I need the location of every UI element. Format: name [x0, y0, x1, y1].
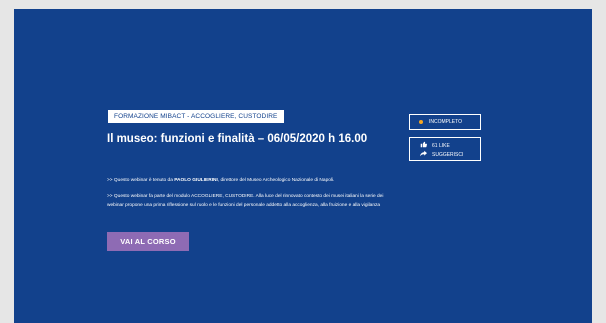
likes-count: 61 LIKE	[432, 142, 450, 149]
description-line-2: >> Questo webinar fa parte del modulo AC…	[107, 194, 384, 199]
course-card: FORMAZIONE MIBACT - ACCOGLIERE, CUSTODIR…	[14, 9, 592, 323]
status-label: INCOMPLETO	[429, 119, 462, 125]
course-category-tag[interactable]: FORMAZIONE MIBACT - ACCOGLIERE, CUSTODIR…	[108, 110, 284, 123]
thumbs-up-icon	[418, 141, 428, 150]
description-prefix: >> Questo webinar è tenuto da	[107, 178, 175, 183]
like-share-box: 61 LIKE SUGGERISCI	[409, 137, 481, 161]
share-button[interactable]: SUGGERISCI	[418, 150, 463, 159]
course-title: Il museo: funzioni e finalità – 06/05/20…	[107, 133, 368, 145]
description-line-1: >> Questo webinar è tenuto da PAOLO GIUL…	[107, 177, 334, 186]
description-suffix: , direttore del Museo Archeologico Nazio…	[217, 178, 335, 183]
status-dot-icon	[419, 120, 423, 124]
status-indicator: INCOMPLETO	[409, 114, 481, 130]
go-to-course-button[interactable]: VAI AL CORSO	[107, 232, 189, 251]
like-button[interactable]: 61 LIKE	[418, 141, 450, 150]
speaker-name: PAOLO GIULIERINI	[174, 178, 218, 183]
share-label: SUGGERISCI	[432, 151, 464, 158]
description-line-3: webinar propone una prima riflessione su…	[107, 203, 381, 208]
share-arrow-icon	[418, 150, 428, 159]
